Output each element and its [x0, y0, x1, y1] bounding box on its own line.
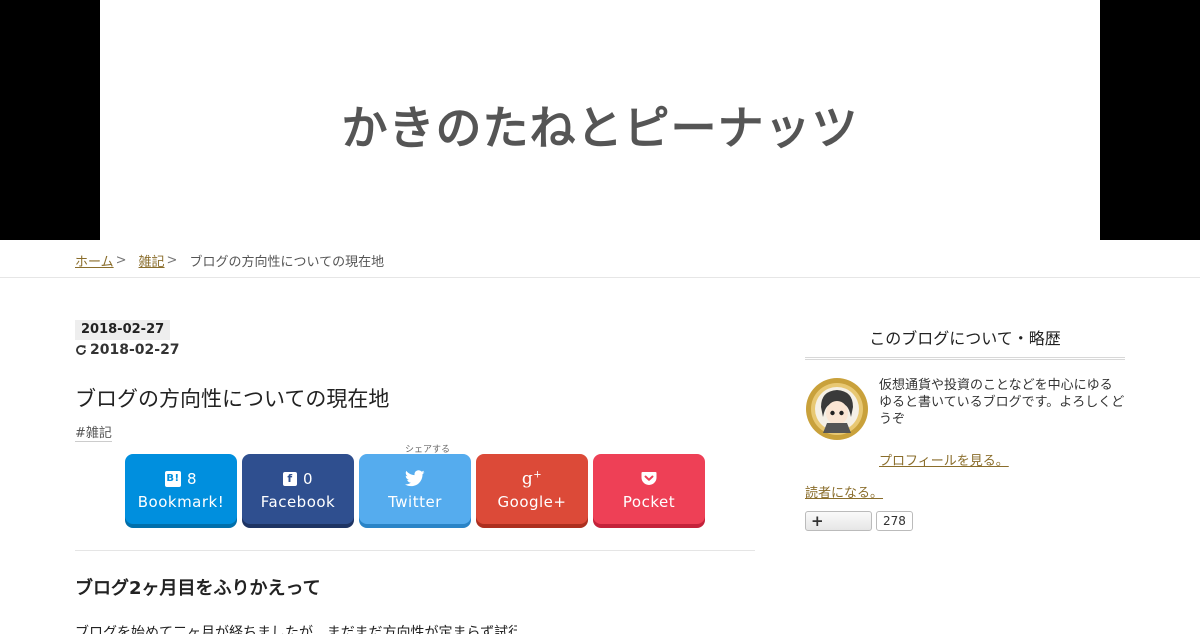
pocket-share-button[interactable]: Pocket [593, 454, 705, 524]
divider [75, 550, 755, 551]
profile: 仮想通貨や投資のことなどを中心にゆるゆると書いているブログです。よろしくどうぞ [805, 377, 1125, 441]
breadcrumb-home-link[interactable]: ホーム [75, 251, 114, 270]
twitter-icon [405, 470, 425, 487]
body-text: ブログを始めて二ヶ月が経ちましたが、まだまだ方向性が定まらず試行錯誤しています [75, 625, 517, 634]
google-plus-icon: g+ [521, 468, 543, 489]
post-title: ブログの方向性についての現在地 [75, 387, 390, 411]
sidebar-title: このブログについて・略歴 [805, 318, 1125, 360]
breadcrumb-category-link[interactable]: 雑記 [139, 251, 165, 270]
profile-link[interactable]: プロフィールを見る。 [879, 450, 1009, 469]
profile-text: 仮想通貨や投資のことなどを中心にゆるゆると書いているブログです。よろしくどうぞ [879, 378, 1125, 427]
follow-link[interactable]: 読者になる。 [805, 482, 883, 501]
section-heading: ブログ2ヶ月目をふりかえって [75, 578, 321, 599]
sidebar: このブログについて・略歴 仮想通貨や投資のことなどを中心にゆるゆると書いているブ… [805, 318, 1125, 531]
breadcrumb-separator: > [166, 253, 178, 268]
twitter-label: Twitter [388, 492, 442, 511]
facebook-share-button[interactable]: f 0 Facebook [242, 454, 354, 524]
post-tag-link[interactable]: #雑記 [75, 422, 112, 442]
main-content: 2018-02-27 2018-02-27 ブログの方向性についての現在地 #雑… [75, 318, 755, 634]
updated-date-text: 2018-02-27 [90, 342, 180, 358]
pocket-icon [641, 472, 657, 485]
plus-icon: + [811, 512, 824, 530]
header: かきのたねとピーナッツ [0, 0, 1200, 240]
follow-row: + 278 [805, 511, 1125, 531]
share-buttons: B! 8 Bookmark! f 0 Facebook Twitter g+ G… [125, 454, 705, 524]
hatena-label: Bookmark! [137, 492, 225, 511]
refresh-icon [76, 345, 86, 355]
google-plus-share-button[interactable]: g+ Google+ [476, 454, 588, 524]
pocket-label: Pocket [622, 492, 676, 511]
site-title[interactable]: かきのたねとピーナッツ [342, 92, 859, 158]
hatena-icon: B! [164, 470, 181, 487]
follow-button[interactable]: + [805, 511, 872, 531]
post-updated-date: 2018-02-27 [75, 342, 755, 358]
breadcrumb-separator: > [115, 253, 127, 268]
facebook-label: Facebook [260, 492, 336, 511]
twitter-share-button[interactable]: Twitter [359, 454, 471, 524]
avatar[interactable] [805, 377, 869, 441]
google-plus-label: Google+ [497, 492, 567, 511]
follower-count: 278 [876, 511, 913, 531]
header-banner[interactable]: かきのたねとピーナッツ [100, 0, 1100, 240]
hatena-count: 8 [186, 469, 198, 488]
hatena-bookmark-button[interactable]: B! 8 Bookmark! [125, 454, 237, 524]
post-date: 2018-02-27 [75, 320, 171, 340]
breadcrumb-bar: ホーム > 雑記 > ブログの方向性についての現在地 [0, 240, 1200, 278]
facebook-icon: f [282, 471, 297, 486]
facebook-count: 0 [302, 469, 314, 488]
breadcrumb-current: ブログの方向性についての現在地 [189, 255, 385, 270]
breadcrumb: ホーム > 雑記 > ブログの方向性についての現在地 [75, 251, 384, 270]
